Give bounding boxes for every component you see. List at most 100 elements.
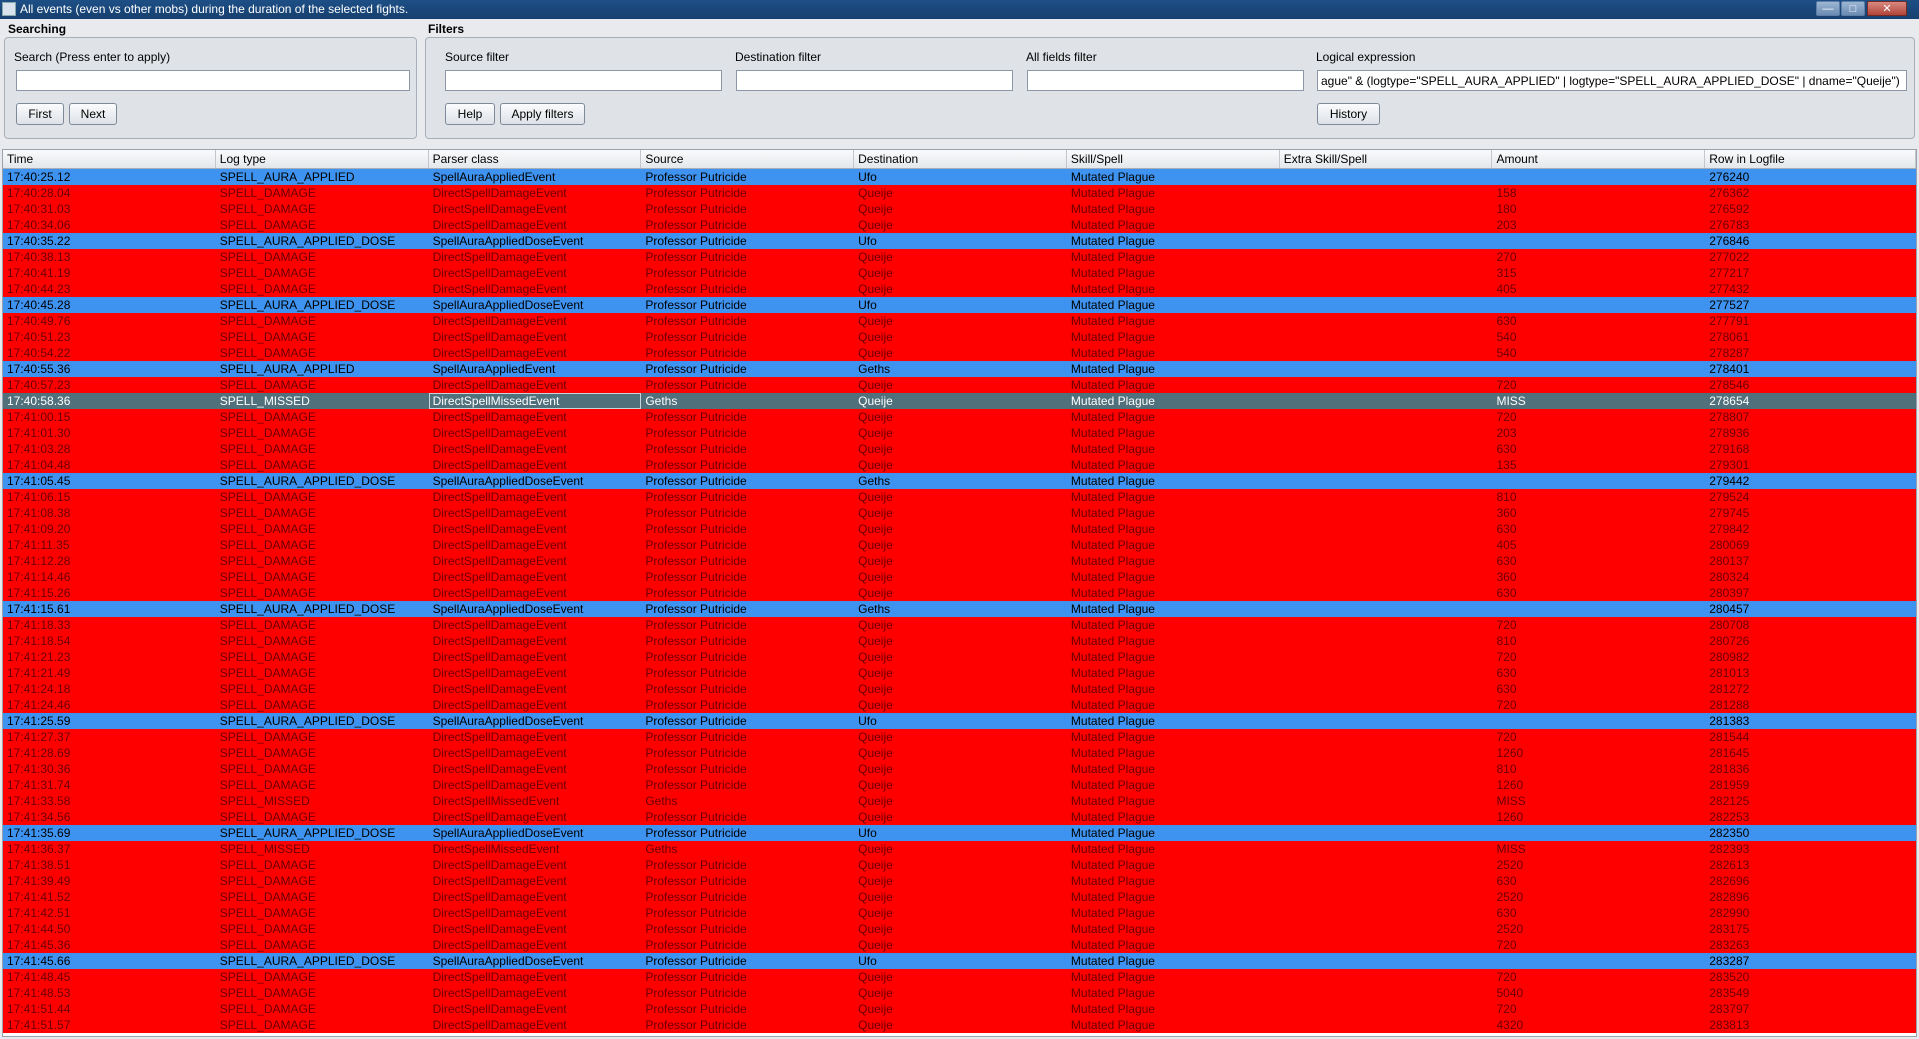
table-row[interactable]: 17:41:09.20 SPELL_DAMAGE DirectSpellDamage… bbox=[3, 521, 1916, 537]
destination-cell: Queije bbox=[858, 970, 893, 984]
table-row[interactable]: 17:41:24.18 SPELL_DAMAGE DirectSpellDamage… bbox=[3, 681, 1916, 697]
skill-spell-cell: Mutated Plague bbox=[1070, 522, 1155, 536]
column-header-row-in-logfile[interactable]: Row in Logfile bbox=[1705, 150, 1916, 168]
column-header-amount[interactable]: Amount bbox=[1492, 150, 1706, 168]
table-row[interactable]: 17:40:58.36 SPELL_MISSED DirectSpellMissed… bbox=[3, 393, 1916, 409]
events-table[interactable]: Time Log type Parser class Source Destin… bbox=[2, 149, 1917, 1037]
table-row[interactable]: 17:41:00.15 SPELL_DAMAGE DirectSpellDamage… bbox=[3, 409, 1916, 425]
row-in-logfile-cell: 280069 bbox=[1709, 538, 1750, 552]
table-row[interactable]: 17:41:15.26 SPELL_DAMAGE DirectSpellDamage… bbox=[3, 585, 1916, 601]
row-in-logfile-cell: 277527 bbox=[1709, 298, 1750, 312]
parser-class-cell: DirectSpellDamageEvent bbox=[432, 730, 567, 744]
table-row[interactable]: 17:41:06.15 SPELL_DAMAGE DirectSpellDamage… bbox=[3, 489, 1916, 505]
amount-cell: 630 bbox=[1496, 906, 1517, 920]
table-row[interactable]: 17:41:48.53 SPELL_DAMAGE DirectSpellDamage… bbox=[3, 985, 1916, 1001]
table-row[interactable]: 17:40:44.23 SPELL_DAMAGE DirectSpellDamage… bbox=[3, 281, 1916, 297]
apply-filters-button[interactable]: Apply filters bbox=[500, 103, 585, 125]
table-row[interactable]: 17:41:27.37 SPELL_DAMAGE DirectSpellDamage… bbox=[3, 729, 1916, 745]
table-row[interactable]: 17:41:36.37 SPELL_MISSED DirectSpellMissed… bbox=[3, 841, 1916, 857]
window-title: All events (even vs other mobs) during t… bbox=[20, 2, 409, 16]
table-row[interactable]: 17:40:41.19 SPELL_DAMAGE DirectSpellDamage… bbox=[3, 265, 1916, 281]
row-in-logfile-cell: 276362 bbox=[1709, 186, 1750, 200]
help-button[interactable]: Help bbox=[445, 103, 495, 125]
table-row[interactable]: 17:40:55.36 SPELL_AURA_APPLIED SpellAuraAp… bbox=[3, 361, 1916, 377]
column-header-log-type[interactable]: Log type bbox=[216, 150, 429, 168]
table-row[interactable]: 17:40:45.28 SPELL_AURA_APPLIED_DOSE SpellA… bbox=[3, 297, 1916, 313]
table-row[interactable]: 17:40:31.03 SPELL_DAMAGE DirectSpellDamage… bbox=[3, 201, 1916, 217]
table-row[interactable]: 17:41:39.49 SPELL_DAMAGE DirectSpellDamage… bbox=[3, 873, 1916, 889]
amount-cell: 270 bbox=[1496, 250, 1517, 264]
table-row[interactable]: 17:41:05.45 SPELL_AURA_APPLIED_DOSE SpellA… bbox=[3, 473, 1916, 489]
table-row[interactable]: 17:41:03.28 SPELL_DAMAGE DirectSpellDamage… bbox=[3, 441, 1916, 457]
table-row[interactable]: 17:41:33.58 SPELL_MISSED DirectSpellMissed… bbox=[3, 793, 1916, 809]
column-header-destination[interactable]: Destination bbox=[854, 150, 1067, 168]
table-row[interactable]: 17:41:24.46 SPELL_DAMAGE DirectSpellDamage… bbox=[3, 697, 1916, 713]
all-fields-filter-input[interactable] bbox=[1027, 70, 1304, 91]
table-row[interactable]: 17:40:51.23 SPELL_DAMAGE DirectSpellDamage… bbox=[3, 329, 1916, 345]
column-header-time[interactable]: Time bbox=[3, 150, 216, 168]
destination-cell: Queije bbox=[858, 1002, 893, 1016]
source-filter-input[interactable] bbox=[445, 70, 722, 91]
table-row[interactable]: 17:41:31.74 SPELL_DAMAGE DirectSpellDamage… bbox=[3, 777, 1916, 793]
skill-spell-cell: Mutated Plague bbox=[1070, 490, 1155, 504]
table-row[interactable]: 17:40:57.23 SPELL_DAMAGE DirectSpellDamage… bbox=[3, 377, 1916, 393]
destination-cell: Queije bbox=[858, 186, 893, 200]
table-row[interactable]: 17:41:38.51 SPELL_DAMAGE DirectSpellDamage… bbox=[3, 857, 1916, 873]
table-row[interactable]: 17:40:34.06 SPELL_DAMAGE DirectSpellDamage… bbox=[3, 217, 1916, 233]
column-header-extra-skill-spell[interactable]: Extra Skill/Spell bbox=[1280, 150, 1493, 168]
table-row[interactable]: 17:40:28.04 SPELL_DAMAGE DirectSpellDamage… bbox=[3, 185, 1916, 201]
time-cell: 17:41:14.46 bbox=[7, 570, 71, 584]
table-row[interactable]: 17:41:01.30 SPELL_DAMAGE DirectSpellDamage… bbox=[3, 425, 1916, 441]
table-row[interactable]: 17:41:21.23 SPELL_DAMAGE DirectSpellDamage… bbox=[3, 649, 1916, 665]
first-button[interactable]: First bbox=[16, 103, 64, 125]
table-row[interactable]: 17:41:25.59 SPELL_AURA_APPLIED_DOSE SpellA… bbox=[3, 713, 1916, 729]
table-row[interactable]: 17:41:21.49 SPELL_DAMAGE DirectSpellDamage… bbox=[3, 665, 1916, 681]
log-type-cell: SPELL_DAMAGE bbox=[219, 218, 316, 232]
column-header-source[interactable]: Source bbox=[641, 150, 855, 168]
table-row[interactable]: 17:41:44.50 SPELL_DAMAGE DirectSpellDamage… bbox=[3, 921, 1916, 937]
table-row[interactable]: 17:40:49.76 SPELL_DAMAGE DirectSpellDamage… bbox=[3, 313, 1916, 329]
table-row[interactable]: 17:41:28.69 SPELL_DAMAGE DirectSpellDamage… bbox=[3, 745, 1916, 761]
table-row[interactable]: 17:40:35.22 SPELL_AURA_APPLIED_DOSE SpellA… bbox=[3, 233, 1916, 249]
column-header-skill-spell[interactable]: Skill/Spell bbox=[1067, 150, 1280, 168]
extra-skill-spell-cell bbox=[1280, 569, 1493, 585]
maximize-button[interactable]: □ bbox=[1841, 1, 1865, 16]
table-row[interactable]: 17:41:51.44 SPELL_DAMAGE DirectSpellDamage… bbox=[3, 1001, 1916, 1017]
table-row[interactable]: 17:41:18.33 SPELL_DAMAGE DirectSpellDamage… bbox=[3, 617, 1916, 633]
table-row[interactable]: 17:41:34.56 SPELL_DAMAGE DirectSpellDamage… bbox=[3, 809, 1916, 825]
table-row[interactable]: 17:40:54.22 SPELL_DAMAGE DirectSpellDamage… bbox=[3, 345, 1916, 361]
table-row[interactable]: 17:41:48.45 SPELL_DAMAGE DirectSpellDamage… bbox=[3, 969, 1916, 985]
table-row[interactable]: 17:41:18.54 SPELL_DAMAGE DirectSpellDamage… bbox=[3, 633, 1916, 649]
time-cell: 17:40:49.76 bbox=[7, 314, 71, 328]
table-row[interactable]: 17:41:42.51 SPELL_DAMAGE DirectSpellDamage… bbox=[3, 905, 1916, 921]
source-cell: Professor Putricide bbox=[645, 410, 747, 424]
table-row[interactable]: 17:40:38.13 SPELL_DAMAGE DirectSpellDamage… bbox=[3, 249, 1916, 265]
logical-expression-input[interactable] bbox=[1317, 70, 1907, 91]
table-row[interactable]: 17:41:45.36 SPELL_DAMAGE DirectSpellDamage… bbox=[3, 937, 1916, 953]
table-row[interactable]: 17:41:30.36 SPELL_DAMAGE DirectSpellDamage… bbox=[3, 761, 1916, 777]
history-button[interactable]: History bbox=[1317, 103, 1380, 125]
table-row[interactable]: 17:41:08.38 SPELL_DAMAGE DirectSpellDamage… bbox=[3, 505, 1916, 521]
source-cell: Professor Putricide bbox=[645, 506, 747, 520]
table-row[interactable]: 17:41:12.28 SPELL_DAMAGE DirectSpellDamage… bbox=[3, 553, 1916, 569]
column-header-parser-class[interactable]: Parser class bbox=[429, 150, 642, 168]
skill-spell-cell: Mutated Plague bbox=[1070, 474, 1155, 488]
table-row[interactable]: 17:40:25.12 SPELL_AURA_APPLIED SpellAuraAp… bbox=[3, 169, 1916, 185]
table-row[interactable]: 17:41:35.69 SPELL_AURA_APPLIED_DOSE SpellA… bbox=[3, 825, 1916, 841]
next-button[interactable]: Next bbox=[69, 103, 117, 125]
table-row[interactable]: 17:41:04.48 SPELL_DAMAGE DirectSpellDamage… bbox=[3, 457, 1916, 473]
table-row[interactable]: 17:41:45.66 SPELL_AURA_APPLIED_DOSE SpellA… bbox=[3, 953, 1916, 969]
minimize-button[interactable]: — bbox=[1816, 1, 1840, 16]
search-input[interactable] bbox=[16, 70, 410, 91]
destination-filter-input[interactable] bbox=[736, 70, 1013, 91]
time-cell: 17:41:31.74 bbox=[7, 778, 71, 792]
table-row[interactable]: 17:41:51.57 SPELL_DAMAGE DirectSpellDamage… bbox=[3, 1017, 1916, 1033]
table-row[interactable]: 17:41:41.52 SPELL_DAMAGE DirectSpellDamage… bbox=[3, 889, 1916, 905]
amount-cell: MISS bbox=[1496, 842, 1526, 856]
close-button[interactable]: ✕ bbox=[1867, 1, 1907, 16]
table-row[interactable]: 17:41:11.35 SPELL_DAMAGE DirectSpellDamage… bbox=[3, 537, 1916, 553]
table-row[interactable]: 17:41:14.46 SPELL_DAMAGE DirectSpellDamage… bbox=[3, 569, 1916, 585]
destination-cell: Queije bbox=[858, 522, 893, 536]
table-row[interactable]: 17:41:15.61 SPELL_AURA_APPLIED_DOSE SpellA… bbox=[3, 601, 1916, 617]
amount-cell: 203 bbox=[1496, 426, 1517, 440]
